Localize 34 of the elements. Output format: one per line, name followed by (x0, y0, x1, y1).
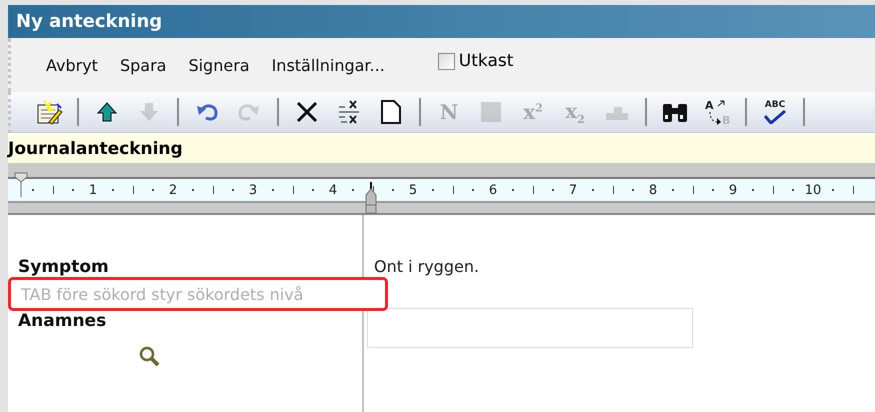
ruler-number: 9 (728, 182, 738, 198)
ruler-number: 8 (648, 182, 658, 198)
check-icon (763, 110, 787, 124)
ruler-number: 10 (804, 182, 822, 198)
page-icon (380, 99, 402, 125)
menu-item[interactable]: Inställningar... (262, 52, 394, 78)
text-field[interactable] (367, 308, 693, 348)
draft-checkbox[interactable]: Utkast (438, 51, 514, 71)
ruler-number: 5 (408, 182, 418, 198)
ruler-number: 6 (488, 182, 498, 198)
ruler-number: 2 (168, 182, 178, 198)
ruler-number: 1 (88, 182, 98, 198)
menu-item[interactable]: Spara (110, 52, 176, 78)
arrow-up-icon (95, 100, 119, 124)
cross-icon (295, 100, 319, 124)
ruler-number: 7 (568, 182, 578, 198)
square-icon (479, 100, 503, 124)
delete-lines-icon (337, 99, 361, 125)
search-field[interactable]: TAB före sökord styr sökordets nivå (8, 277, 388, 311)
section-header: Journalanteckning (8, 135, 875, 163)
field-label: Symptom (17, 257, 110, 277)
tab-stop-marker[interactable] (363, 181, 379, 215)
checkbox[interactable] (438, 52, 455, 70)
menu-item[interactable]: Signera (179, 52, 259, 78)
menu-item[interactable]: Avbryt (37, 52, 107, 78)
field-label: Anamnes (17, 311, 108, 331)
ruler-number: 3 (248, 182, 258, 198)
spellcheck-button[interactable]: ABC (757, 96, 793, 128)
search-icon[interactable] (138, 345, 162, 369)
field-value: Ont i ryggen. (374, 257, 480, 276)
window-title: Ny anteckning (8, 5, 875, 38)
replace-button[interactable]: A B (699, 96, 735, 128)
indent-marker[interactable] (14, 172, 28, 198)
ruler-number: 4 (328, 182, 338, 198)
